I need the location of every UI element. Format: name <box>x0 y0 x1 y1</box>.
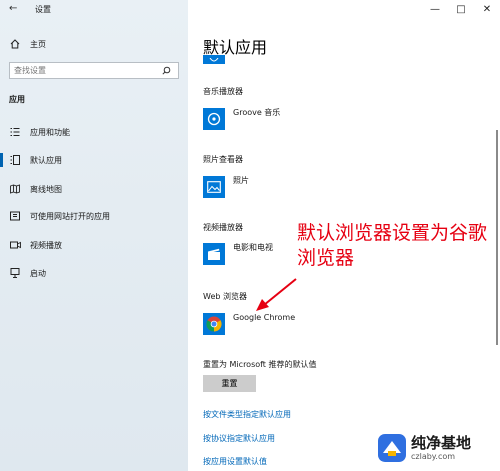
watermark: 纯净基地 czlaby.com <box>377 433 471 463</box>
watermark-logo <box>378 434 406 462</box>
watermark-url: czlaby.com <box>411 451 456 461</box>
annotation-arrow <box>256 278 297 311</box>
watermark-brand: 纯净基地 <box>411 433 472 452</box>
